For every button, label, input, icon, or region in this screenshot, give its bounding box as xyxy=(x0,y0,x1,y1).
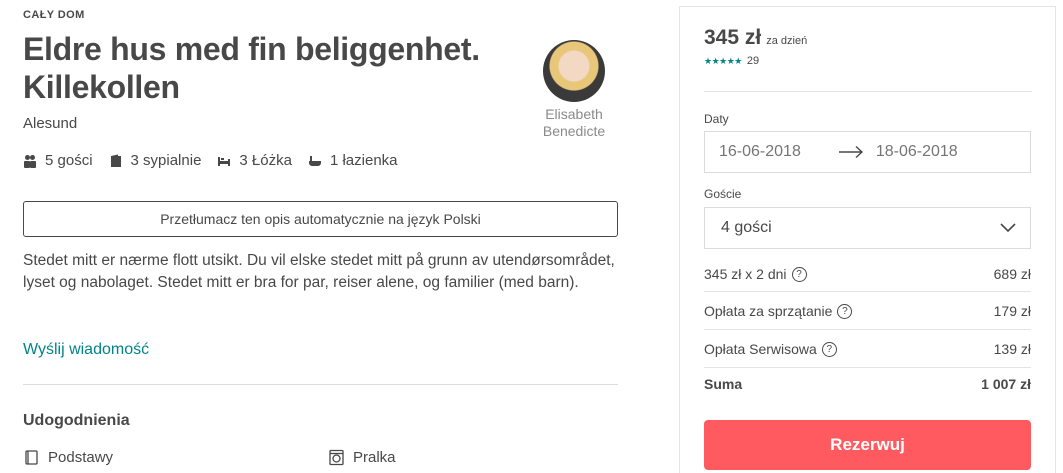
host-name[interactable]: Elisabeth Benedicte xyxy=(528,106,620,140)
arrow-right-icon xyxy=(838,145,863,159)
line-amount: 139 zł xyxy=(993,341,1031,357)
amenity-item: Pralka xyxy=(328,449,396,466)
send-message-link[interactable]: Wyślij wiadomość xyxy=(23,341,149,359)
dates-picker[interactable]: 16-06-2018 18-06-2018 xyxy=(704,131,1031,173)
booking-card: 345 zł za dzień ★★★★★ 29 Daty 16-06-2018… xyxy=(679,6,1056,473)
nightly-price: 345 zł xyxy=(704,26,762,49)
card-divider xyxy=(704,91,1032,92)
reserve-button[interactable]: Rezerwuj xyxy=(704,420,1031,470)
line-divider xyxy=(704,329,1031,330)
total-amount: 1 007 zł xyxy=(981,376,1031,392)
fact-guests-label: 5 gości xyxy=(45,152,93,169)
washer-icon xyxy=(329,449,344,466)
bed-icon xyxy=(218,156,231,166)
fact-bedrooms-label: 3 sypialnie xyxy=(130,152,202,169)
guests-value: 4 gości xyxy=(721,219,772,236)
price-total: Suma 1 007 zł xyxy=(704,376,1031,392)
help-icon[interactable]: ? xyxy=(837,303,853,319)
star-rating-icon: ★★★★★ xyxy=(704,55,742,66)
listing-page: CAŁY DOM Eldre hus med fin beliggenhet. … xyxy=(0,0,1063,473)
guests-select[interactable]: 4 gości xyxy=(704,207,1031,249)
price-period: za dzień xyxy=(766,35,808,47)
line-divider xyxy=(704,367,1031,368)
price-line-service: Opłata Serwisowa ? 139 zł xyxy=(704,341,1031,357)
amenity-item: Podstawy xyxy=(23,449,113,466)
dates-label: Daty xyxy=(704,112,729,126)
guests-icon xyxy=(24,154,36,168)
rating[interactable]: ★★★★★ 29 xyxy=(704,55,759,67)
bathtub-icon xyxy=(308,155,321,166)
listing-description: Stedet mitt er nærme flott utsikt. Du vi… xyxy=(23,252,615,291)
line-label: Opłata za sprzątanie xyxy=(704,303,833,319)
essentials-icon xyxy=(25,450,38,465)
review-count: 29 xyxy=(746,55,760,67)
help-icon[interactable]: ? xyxy=(821,341,837,357)
listing-location: Alesund xyxy=(23,115,78,132)
fact-beds: 3 Łóżka xyxy=(217,152,292,169)
line-label: Opłata Serwisowa xyxy=(704,341,817,357)
translate-button[interactable]: Przetłumacz ten opis automatycznie na ję… xyxy=(23,201,618,237)
door-icon xyxy=(110,154,121,167)
host-avatar[interactable] xyxy=(543,40,605,102)
amenity-label: Podstawy xyxy=(48,449,114,466)
price-line-nights: 345 zł x 2 dni ? 689 zł xyxy=(704,266,1031,282)
line-amount: 179 zł xyxy=(993,303,1031,319)
host-profile[interactable]: Elisabeth Benedicte xyxy=(528,40,620,140)
listing-type: CAŁY DOM xyxy=(23,9,85,21)
help-icon[interactable]: ? xyxy=(791,266,807,282)
amenity-label: Pralka xyxy=(353,449,396,466)
listing-title: Eldre hus med fin beliggenhet. Killekoll… xyxy=(23,31,480,105)
line-divider xyxy=(704,291,1031,292)
fact-beds-label: 3 Łóżka xyxy=(239,152,292,169)
price-row: 345 zł za dzień xyxy=(704,26,807,50)
price-line-cleaning: Opłata za sprzątanie ? 179 zł xyxy=(704,303,1031,319)
fact-baths: 1 łazienka xyxy=(308,152,398,169)
fact-bedrooms: 3 sypialnie xyxy=(109,152,202,169)
check-in-date[interactable]: 16-06-2018 xyxy=(719,143,801,161)
guests-label: Goście xyxy=(704,187,742,201)
fact-baths-label: 1 łazienka xyxy=(329,152,398,169)
section-divider xyxy=(23,384,618,385)
fact-guests: 5 gości xyxy=(23,152,93,169)
chevron-down-icon xyxy=(1000,223,1016,233)
line-label: 345 zł x 2 dni xyxy=(704,266,787,282)
amenities-title: Udogodnienia xyxy=(23,412,130,429)
check-out-date[interactable]: 18-06-2018 xyxy=(876,143,958,161)
total-label: Suma xyxy=(704,376,743,392)
line-amount: 689 zł xyxy=(993,266,1031,282)
listing-facts: 5 gości 3 sypialnie 3 Łóżka 1 łazienka xyxy=(23,152,414,169)
